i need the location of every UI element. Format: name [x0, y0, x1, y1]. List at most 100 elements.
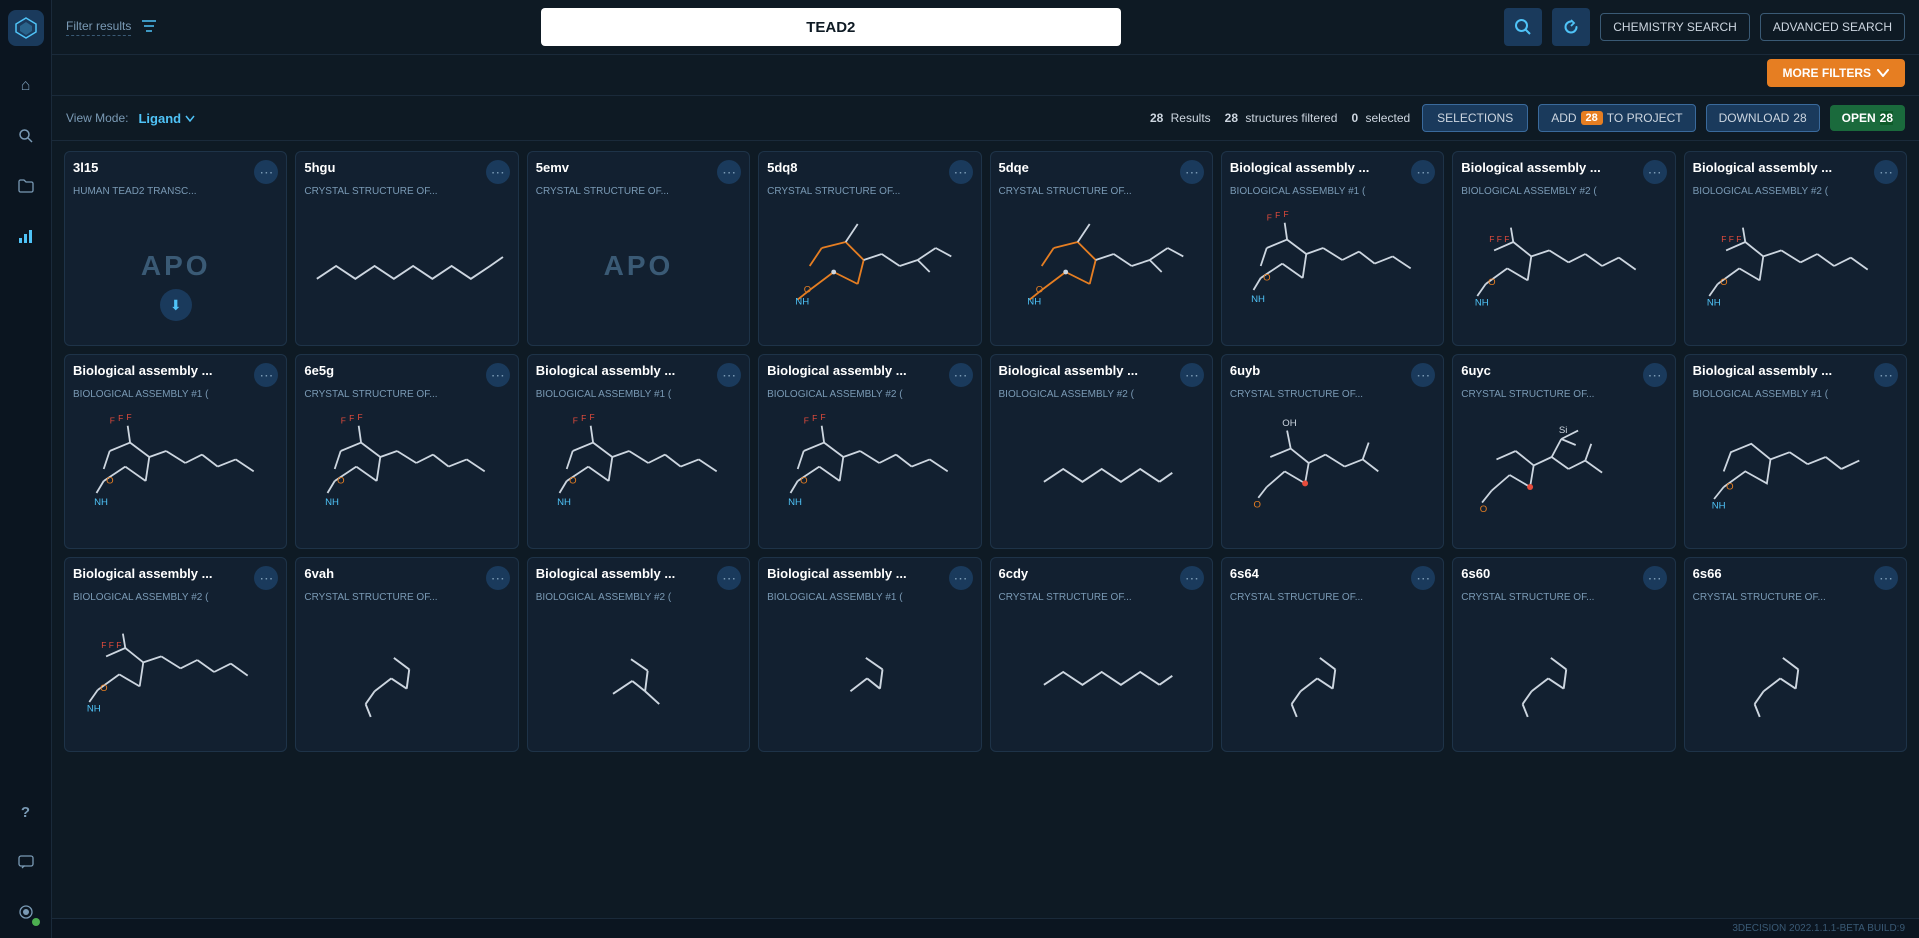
card-card-22[interactable]: 6s64 ⋯ CRYSTAL STRUCTURE OF...: [1221, 557, 1444, 752]
card-header: Biological assembly ... ⋯: [65, 558, 286, 592]
card-card-13[interactable]: Biological assembly ... ⋯ Biological ass…: [990, 354, 1213, 549]
card-subtitle: Biological assembly #2 (: [528, 592, 749, 607]
refresh-button[interactable]: [1552, 8, 1590, 46]
card-subtitle: Biological assembly #1 (: [528, 389, 749, 404]
card-menu-button[interactable]: ⋯: [717, 160, 741, 184]
svg-text:OH: OH: [1282, 418, 1296, 429]
sidebar-item-search[interactable]: [10, 120, 42, 152]
selections-button[interactable]: SELECTIONS: [1422, 104, 1528, 132]
card-body: APO⬇: [65, 201, 286, 331]
card-body: NH O F F F: [65, 607, 286, 737]
card-card-11[interactable]: Biological assembly ... ⋯ Biological ass…: [527, 354, 750, 549]
sidebar-item-status[interactable]: [10, 896, 42, 928]
view-mode-select[interactable]: Ligand: [138, 111, 195, 126]
card-title: Biological assembly ...: [1461, 160, 1600, 175]
card-card-2[interactable]: 5hgu ⋯ CRYSTAL STRUCTURE OF...: [295, 151, 518, 346]
filter-icon[interactable]: [141, 19, 157, 36]
advanced-search-button[interactable]: ADVANCED SEARCH: [1760, 13, 1905, 41]
download-button[interactable]: DOWNLOAD 28: [1706, 104, 1820, 132]
card-card-12[interactable]: Biological assembly ... ⋯ Biological ass…: [758, 354, 981, 549]
card-menu-button[interactable]: ⋯: [1874, 160, 1898, 184]
card-card-18[interactable]: 6vah ⋯ CRYSTAL STRUCTURE OF...: [295, 557, 518, 752]
svg-text:F: F: [126, 412, 131, 422]
card-menu-button[interactable]: ⋯: [486, 160, 510, 184]
card-card-17[interactable]: Biological assembly ... ⋯ Biological ass…: [64, 557, 287, 752]
svg-text:F: F: [118, 413, 123, 423]
card-menu-button[interactable]: ⋯: [949, 363, 973, 387]
card-menu-button[interactable]: ⋯: [1411, 566, 1435, 590]
card-menu-button[interactable]: ⋯: [1411, 160, 1435, 184]
card-title: Biological assembly ...: [73, 363, 212, 378]
card-menu-button[interactable]: ⋯: [1180, 363, 1204, 387]
download-circle[interactable]: ⬇: [160, 289, 192, 321]
card-card-6[interactable]: Biological assembly ... ⋯ Biological ass…: [1221, 151, 1444, 346]
svg-text:NH: NH: [94, 497, 108, 508]
card-header: 6s66 ⋯: [1685, 558, 1906, 592]
card-card-24[interactable]: 6s66 ⋯ CRYSTAL STRUCTURE OF...: [1684, 557, 1907, 752]
search-bar: [167, 8, 1494, 46]
card-menu-button[interactable]: ⋯: [1643, 566, 1667, 590]
svg-text:NH: NH: [557, 497, 571, 508]
card-title: 6uyb: [1230, 363, 1260, 378]
card-menu-button[interactable]: ⋯: [1874, 566, 1898, 590]
card-card-3[interactable]: 5emv ⋯ CRYSTAL STRUCTURE OF... APO: [527, 151, 750, 346]
card-title: 6s66: [1693, 566, 1722, 581]
more-filters-button[interactable]: MORE FILTERS: [1767, 59, 1905, 87]
card-card-9[interactable]: Biological assembly ... ⋯ Biological ass…: [64, 354, 287, 549]
card-card-8[interactable]: Biological assembly ... ⋯ Biological ass…: [1684, 151, 1907, 346]
card-header: 6s64 ⋯: [1222, 558, 1443, 592]
card-card-1[interactable]: 3l15 ⋯ HUMAN TEAD2 TRANSC... APO⬇: [64, 151, 287, 346]
search-button[interactable]: [1504, 8, 1542, 46]
card-menu-button[interactable]: ⋯: [486, 363, 510, 387]
card-title: 6vah: [304, 566, 334, 581]
card-menu-button[interactable]: ⋯: [1180, 566, 1204, 590]
sidebar-item-folder[interactable]: [10, 170, 42, 202]
card-header: 5hgu ⋯: [296, 152, 517, 186]
svg-text:F: F: [349, 413, 354, 423]
card-body: [528, 607, 749, 737]
card-menu-button[interactable]: ⋯: [486, 566, 510, 590]
card-card-16[interactable]: Biological assembly ... ⋯ Biological ass…: [1684, 354, 1907, 549]
card-menu-button[interactable]: ⋯: [949, 566, 973, 590]
card-menu-button[interactable]: ⋯: [254, 566, 278, 590]
card-card-20[interactable]: Biological assembly ... ⋯ Biological ass…: [758, 557, 981, 752]
sidebar-item-chat[interactable]: [10, 846, 42, 878]
card-header: 6uyc ⋯: [1453, 355, 1674, 389]
open-button[interactable]: OPEN 28: [1830, 105, 1905, 131]
card-body: NH O F F F: [1453, 201, 1674, 331]
card-menu-button[interactable]: ⋯: [1874, 363, 1898, 387]
card-menu-button[interactable]: ⋯: [1643, 363, 1667, 387]
search-input[interactable]: [551, 19, 1111, 36]
add-to-project-button[interactable]: ADD 28 TO PROJECT: [1538, 104, 1695, 132]
card-menu-button[interactable]: ⋯: [1180, 160, 1204, 184]
card-menu-button[interactable]: ⋯: [1643, 160, 1667, 184]
card-menu-button[interactable]: ⋯: [254, 160, 278, 184]
card-menu-button[interactable]: ⋯: [949, 160, 973, 184]
card-header: Biological assembly ... ⋯: [528, 558, 749, 592]
card-card-21[interactable]: 6cdy ⋯ CRYSTAL STRUCTURE OF...: [990, 557, 1213, 752]
card-subtitle: CRYSTAL STRUCTURE OF...: [1453, 592, 1674, 607]
card-card-15[interactable]: 6uyc ⋯ CRYSTAL STRUCTURE OF... O Si: [1452, 354, 1675, 549]
card-card-14[interactable]: 6uyb ⋯ CRYSTAL STRUCTURE OF... O OH: [1221, 354, 1444, 549]
card-header: 6e5g ⋯: [296, 355, 517, 389]
card-card-7[interactable]: Biological assembly ... ⋯ Biological ass…: [1452, 151, 1675, 346]
svg-text:O: O: [1253, 499, 1260, 510]
sidebar-item-analytics[interactable]: [10, 220, 42, 252]
card-card-19[interactable]: Biological assembly ... ⋯ Biological ass…: [527, 557, 750, 752]
card-body: [1222, 607, 1443, 737]
card-card-5[interactable]: 5dqe ⋯ CRYSTAL STRUCTURE OF... NH O: [990, 151, 1213, 346]
card-title: 6e5g: [304, 363, 334, 378]
sidebar-item-home[interactable]: ⌂: [10, 70, 42, 102]
card-menu-button[interactable]: ⋯: [254, 363, 278, 387]
card-menu-button[interactable]: ⋯: [1411, 363, 1435, 387]
card-title: Biological assembly ...: [73, 566, 212, 581]
card-menu-button[interactable]: ⋯: [717, 363, 741, 387]
card-menu-button[interactable]: ⋯: [717, 566, 741, 590]
sidebar-item-help[interactable]: ?: [10, 796, 42, 828]
svg-text:O: O: [337, 475, 344, 486]
chemistry-search-button[interactable]: CHEMISTRY SEARCH: [1600, 13, 1750, 41]
card-card-4[interactable]: 5dq8 ⋯ CRYSTAL STRUCTURE OF... NH O: [758, 151, 981, 346]
card-title: Biological assembly ...: [999, 363, 1138, 378]
card-card-23[interactable]: 6s60 ⋯ CRYSTAL STRUCTURE OF...: [1452, 557, 1675, 752]
card-card-10[interactable]: 6e5g ⋯ CRYSTAL STRUCTURE OF... NH O FFF: [295, 354, 518, 549]
